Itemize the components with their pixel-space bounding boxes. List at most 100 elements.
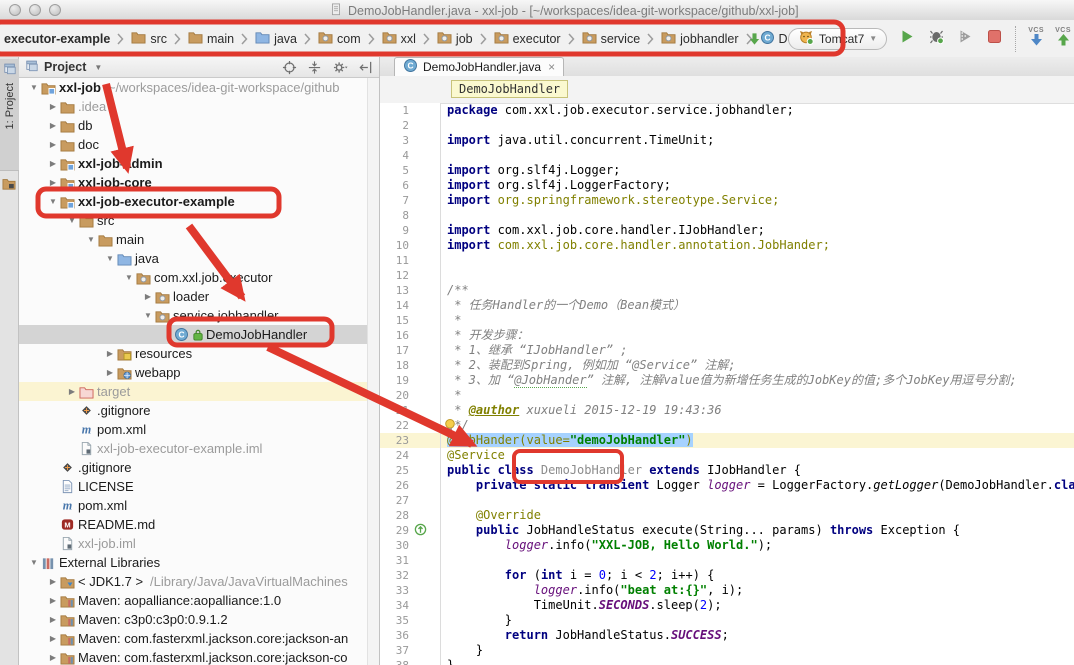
expand-arrow-icon[interactable]: ▼ <box>27 558 41 567</box>
vcs-commit-button[interactable]: VCS <box>1055 27 1071 50</box>
tree-row[interactable]: ▶< JDK1.7 >/Library/Java/JavaVirtualMach… <box>19 572 379 591</box>
run-with-coverage-button[interactable] <box>956 29 974 49</box>
navigate-down-icon[interactable] <box>748 32 761 46</box>
expand-arrow-icon[interactable]: ▼ <box>84 235 98 244</box>
minimize-window-button[interactable] <box>29 4 41 16</box>
tree-row[interactable]: ▼com.xxl.job.executor <box>19 268 379 287</box>
expand-arrow-icon[interactable]: ▼ <box>122 273 136 282</box>
expand-arrow-icon[interactable]: ▶ <box>65 387 79 396</box>
folder-icon <box>131 30 146 47</box>
expand-arrow-icon[interactable]: ▶ <box>46 121 60 130</box>
expand-arrow-icon[interactable]: ▼ <box>65 216 79 225</box>
breadcrumb-item[interactable]: xxl <box>380 28 418 49</box>
tree-row[interactable]: ▶webapp <box>19 363 379 382</box>
expand-arrow-icon[interactable]: ▶ <box>46 615 60 624</box>
tree-row-label: pom.xml <box>78 498 127 513</box>
close-tab-icon[interactable]: × <box>548 60 555 74</box>
project-tree-scrollbar[interactable] <box>367 78 379 665</box>
resources-icon <box>117 347 135 361</box>
expand-arrow-icon[interactable]: ▶ <box>103 368 117 377</box>
locate-icon[interactable] <box>282 60 297 75</box>
tree-row[interactable]: ▼External Libraries <box>19 553 379 572</box>
tree-row[interactable]: ▶Maven: c3p0:c3p0:0.9.1.2 <box>19 610 379 629</box>
zoom-window-button[interactable] <box>49 4 61 16</box>
collapse-all-icon[interactable] <box>307 60 322 75</box>
settings-icon[interactable] <box>332 60 348 75</box>
tree-row[interactable]: ▶resources <box>19 344 379 363</box>
expand-arrow-icon[interactable]: ▶ <box>46 102 60 111</box>
expand-arrow-icon[interactable]: ▼ <box>27 83 41 92</box>
expand-arrow-icon[interactable]: ▶ <box>46 159 60 168</box>
project-panel-title[interactable]: Project <box>44 60 86 74</box>
run-button[interactable] <box>898 29 916 49</box>
breadcrumb-item[interactable]: job <box>435 28 475 49</box>
tree-row[interactable]: ▶xxl-job-core <box>19 173 379 192</box>
tree-row[interactable]: ▼xxl-job~/workspaces/idea-git-workspace/… <box>19 78 379 97</box>
gutter-line: 21 <box>380 403 440 418</box>
gutter-line: 8 <box>380 208 440 223</box>
tree-row[interactable]: xxl-job.iml <box>19 534 379 553</box>
module-icon <box>60 176 78 190</box>
tree-row[interactable]: ▼src <box>19 211 379 230</box>
vcs-update-button[interactable]: VCS <box>1028 27 1044 50</box>
expand-arrow-icon[interactable]: ▶ <box>103 349 117 358</box>
tree-row[interactable]: ▶target <box>19 382 379 401</box>
tree-row[interactable]: ▼java <box>19 249 379 268</box>
tree-row[interactable]: CDemoJobHandler <box>19 325 379 344</box>
tree-row[interactable]: ▼main <box>19 230 379 249</box>
package-icon <box>382 30 397 47</box>
run-configuration-select[interactable]: Tomcat7 ▼ <box>788 28 887 50</box>
hide-icon[interactable] <box>358 60 373 75</box>
tree-row[interactable]: ▼xxl-job-executor-example <box>19 192 379 211</box>
expand-arrow-icon[interactable]: ▼ <box>141 311 155 320</box>
tree-row[interactable]: .gitignore <box>19 401 379 420</box>
expand-arrow-icon[interactable]: ▶ <box>141 292 155 301</box>
tree-row[interactable]: mpom.xml <box>19 496 379 515</box>
expand-arrow-icon[interactable]: ▶ <box>46 634 60 643</box>
breadcrumb-item[interactable]: src <box>129 28 169 49</box>
maven-icon: m <box>60 498 78 513</box>
tree-row[interactable]: ▶doc <box>19 135 379 154</box>
tool-window-icon[interactable] <box>2 177 16 195</box>
breadcrumb-item[interactable]: main <box>186 28 236 49</box>
breadcrumb-item[interactable]: executor <box>492 28 563 49</box>
tree-row[interactable]: MREADME.md <box>19 515 379 534</box>
tree-row[interactable]: ▶loader <box>19 287 379 306</box>
breadcrumb-item[interactable]: com <box>316 28 363 49</box>
breadcrumb-item[interactable]: executor-example <box>2 30 112 48</box>
tree-row[interactable]: ▶db <box>19 116 379 135</box>
expand-arrow-icon[interactable]: ▼ <box>103 254 117 263</box>
project-tool-window-tab[interactable]: 1: Project <box>0 59 19 171</box>
close-window-button[interactable] <box>9 4 21 16</box>
folder-icon <box>98 233 116 247</box>
tree-row[interactable]: ▶Maven: aopalliance:aopalliance:1.0 <box>19 591 379 610</box>
tree-row[interactable]: ▶.idea <box>19 97 379 116</box>
breadcrumb-item[interactable]: service <box>580 28 643 49</box>
expand-arrow-icon[interactable]: ▶ <box>46 596 60 605</box>
expand-arrow-icon[interactable]: ▶ <box>46 178 60 187</box>
breadcrumb-item[interactable]: jobhandler <box>659 28 740 49</box>
expand-arrow-icon[interactable]: ▼ <box>46 197 60 206</box>
expand-arrow-icon[interactable]: ▶ <box>46 653 60 662</box>
project-tree[interactable]: ▼xxl-job~/workspaces/idea-git-workspace/… <box>19 78 379 665</box>
project-panel-header: Project ▼ <box>19 57 379 78</box>
breadcrumb-item[interactable]: java <box>253 28 299 49</box>
tree-row[interactable]: ▶Maven: com.fasterxml.jackson.core:jacks… <box>19 648 379 665</box>
tree-row[interactable]: mpom.xml <box>19 420 379 439</box>
tree-row[interactable]: .gitignore <box>19 458 379 477</box>
chevron-down-icon[interactable]: ▼ <box>94 63 102 72</box>
expand-arrow-icon[interactable]: ▶ <box>46 140 60 149</box>
debug-button[interactable] <box>927 29 945 49</box>
code-editor[interactable]: 1234567891011121314151617181920212223242… <box>380 103 1074 665</box>
gutter-line: 20 <box>380 388 440 403</box>
tree-row[interactable]: ▶ Maven: com.fasterxml.jackson.core:jacks… <box>19 629 379 648</box>
editor-tab[interactable]: C DemoJobHandler.java × <box>394 57 564 76</box>
tree-row[interactable]: ▶xxl-job-admin <box>19 154 379 173</box>
tree-row[interactable]: xxl-job-executor-example.iml <box>19 439 379 458</box>
stop-button[interactable] <box>985 29 1003 49</box>
expand-arrow-icon[interactable]: ▶ <box>46 577 60 586</box>
overriding-method-icon[interactable] <box>414 523 427 539</box>
tree-row[interactable]: ▼service.jobhandler <box>19 306 379 325</box>
tree-row[interactable]: LICENSE <box>19 477 379 496</box>
tree-row-label: Maven: com.fasterxml.jackson.core:jackso… <box>78 631 348 646</box>
